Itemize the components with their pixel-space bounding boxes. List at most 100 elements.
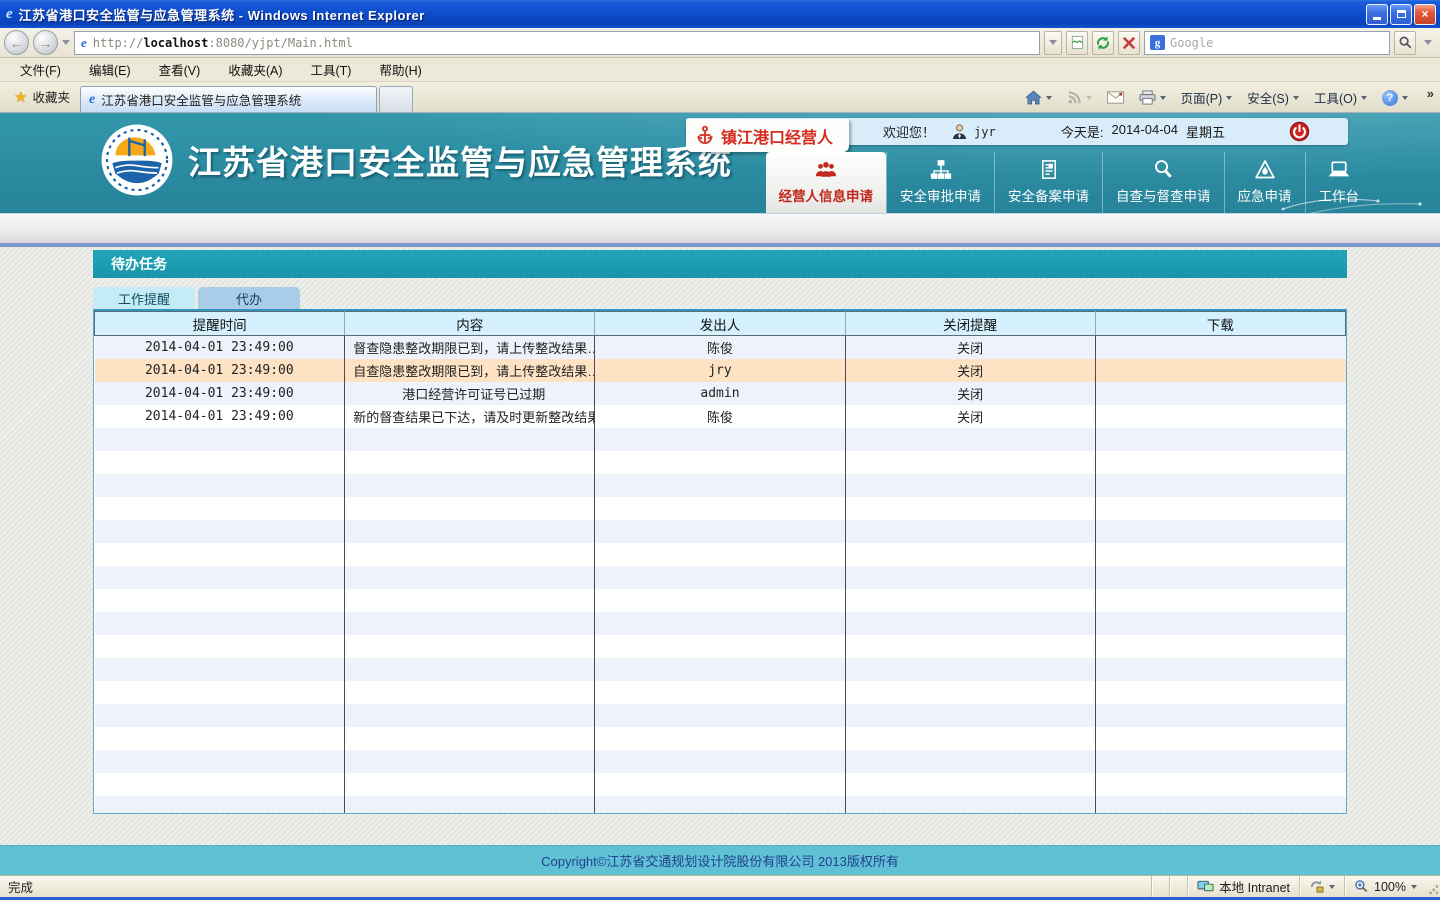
stop-icon [1122,36,1136,50]
zoom-magnifier-icon [1354,879,1369,894]
empty-table-row [95,681,1346,704]
favorites-button[interactable]: ★ 收藏夹 [4,83,80,112]
refresh-button[interactable] [1092,31,1114,55]
table-row-highlighted[interactable]: 2014-04-01 23:49:00 自查隐患整改期限已到，请上传整改结果… … [95,359,1346,382]
menu-favorites[interactable]: 收藏夹(A) [214,57,296,82]
nav-item-safety-approval[interactable]: 安全审批申请 [886,152,994,213]
mail-icon [1107,91,1124,104]
search-box[interactable]: g [1144,31,1390,55]
close-reminder-link[interactable]: 关闭 [845,336,1095,359]
page-icon: e [81,35,87,51]
col-remind-time: 提醒时间 [95,312,345,336]
nav-item-workbench[interactable]: 工作台 [1305,152,1373,213]
empty-table-row [95,750,1346,773]
intranet-zone-icon [1197,880,1214,894]
status-spacer [1151,876,1169,897]
address-field[interactable]: e http://localhost:8080/yjpt/Main.html [74,31,1040,55]
close-reminder-link[interactable]: 关闭 [845,359,1095,382]
protected-mode-button[interactable] [1299,876,1344,897]
search-input[interactable] [1170,36,1384,50]
chevron-down-icon [1293,96,1299,100]
read-mail-button[interactable] [1101,88,1130,107]
menu-tools[interactable]: 工具(T) [296,57,365,82]
nav-item-self-inspection[interactable]: 自查与督查申请 [1102,152,1224,213]
resize-grip[interactable] [1426,876,1440,897]
nav-item-label: 应急申请 [1238,185,1292,205]
col-content: 内容 [345,312,595,336]
col-close-reminder: 关闭提醒 [845,312,1095,336]
new-tab-button[interactable] [379,86,413,112]
tab-todo[interactable]: 代办 [198,287,300,309]
print-button[interactable] [1133,87,1172,108]
cell-download [1095,405,1345,428]
menu-file[interactable]: 文件(F) [6,57,75,82]
menu-help[interactable]: 帮助(H) [365,57,435,82]
empty-table-row [95,727,1346,750]
home-button[interactable] [1019,87,1058,108]
cell-time: 2014-04-01 23:49:00 [95,405,345,428]
weekday: 星期五 [1186,122,1225,141]
search-button[interactable] [1394,31,1416,55]
security-zone[interactable]: 本地 Intranet [1187,876,1299,897]
anchor-icon [696,125,714,146]
table-row[interactable]: 2014-04-01 23:49:00 督查隐患整改期限已到，请上传整改结果… … [95,336,1346,359]
empty-table-row [95,566,1346,589]
app-title: 江苏省港口安全监管与应急管理系统 [188,136,732,184]
tools-menu-button[interactable]: 工具(O) [1308,85,1373,110]
search-options-dropdown[interactable] [1420,31,1436,55]
safety-menu-button[interactable]: 安全(S) [1241,85,1305,110]
recent-pages-dropdown[interactable] [62,40,70,45]
zoom-control[interactable]: 100% [1344,876,1426,897]
forward-button[interactable]: → [33,30,58,55]
nav-item-safety-filing[interactable]: 安全备案申请 [994,152,1102,213]
chevron-down-icon [1160,96,1166,100]
page-menu-button[interactable]: 页面(P) [1175,85,1239,110]
cell-sender: 陈俊 [595,405,845,428]
favorites-bar: ★ 收藏夹 e 江苏省港口安全监管与应急管理系统 页面(P) 安全(S) [0,82,1440,113]
feeds-button[interactable] [1061,87,1098,108]
close-reminder-link[interactable]: 关闭 [845,405,1095,428]
empty-table-row [95,451,1346,474]
table-row[interactable]: 2014-04-01 23:49:00 港口经营许可证号已过期 admin 关闭 [95,382,1346,405]
close-button[interactable]: × [1414,4,1436,25]
nav-item-label: 安全备案申请 [1008,185,1089,205]
org-name: 镇江港口经营人 [721,124,833,148]
panel-titlebar: 待办任务 [93,250,1347,278]
page-content: 待办任务 工作提醒 代办 提醒时间 内容 发出人 关闭提醒 下载 2014-04… [0,247,1440,845]
close-icon: × [1421,7,1428,21]
document-icon [1035,158,1063,181]
empty-table-row [95,497,1346,520]
google-icon: g [1150,35,1165,50]
url-host: localhost [143,36,208,50]
help-icon: ? [1382,90,1398,106]
chevron-down-icon [1402,96,1408,100]
menu-edit[interactable]: 编辑(E) [75,57,145,82]
nav-item-emergency[interactable]: 应急申请 [1224,152,1305,213]
col-download: 下载 [1095,312,1345,336]
logout-button[interactable] [1289,121,1310,142]
help-button[interactable]: ? [1376,87,1414,109]
empty-table-row [95,543,1346,566]
compatibility-view-button[interactable] [1066,31,1088,55]
nav-item-operator-info[interactable]: 经营人信息申请 [766,152,887,213]
toolbar-overflow-button[interactable]: » [1427,86,1434,101]
close-reminder-link[interactable]: 关闭 [845,382,1095,405]
back-button[interactable]: ← [4,30,29,55]
cell-sender: admin [595,382,845,405]
app-header: 江苏省港口安全监管与应急管理系统 镇江港口经营人 欢迎您！ jyr 今天是: 2… [0,113,1440,213]
browser-tab-active[interactable]: e 江苏省港口安全监管与应急管理系统 [80,86,377,112]
empty-table-row [95,773,1346,796]
tab-work-reminder[interactable]: 工作提醒 [93,287,195,309]
stop-button[interactable] [1118,31,1140,55]
menu-view[interactable]: 查看(V) [145,57,215,82]
table-row[interactable]: 2014-04-01 23:49:00 新的督查结果已下达，请及时更新整改结果 … [95,405,1346,428]
table-header-row: 提醒时间 内容 发出人 关闭提醒 下载 [95,312,1346,336]
restore-button[interactable] [1390,4,1412,25]
cell-sender: 陈俊 [595,336,845,359]
chevron-down-icon [1411,885,1417,889]
empty-table-row [95,796,1346,815]
zoom-level: 100% [1374,880,1406,894]
minimize-button[interactable] [1366,4,1388,25]
address-dropdown-button[interactable] [1044,31,1062,55]
minimize-icon [1373,17,1381,20]
